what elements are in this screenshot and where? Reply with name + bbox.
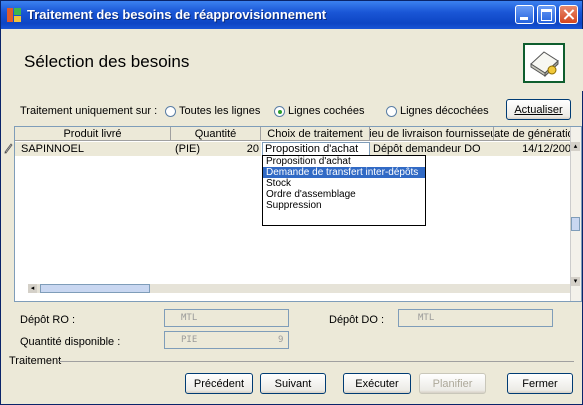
- depot-do-label: Dépôt DO :: [329, 314, 385, 326]
- refresh-button[interactable]: Actualiser: [506, 99, 571, 120]
- qty-available-field: PIE 9: [164, 331, 289, 349]
- dropdown-option[interactable]: Stock: [263, 178, 425, 189]
- column-header[interactable]: Quantité: [171, 127, 261, 141]
- scroll-up-icon[interactable]: ▴: [571, 142, 580, 151]
- horizontal-scrollbar[interactable]: ◂: [28, 284, 573, 293]
- app-icon: [7, 8, 21, 22]
- qty-value: 9: [278, 335, 284, 345]
- depot-do-field: MTL: [398, 309, 553, 327]
- column-header[interactable]: Date de génération: [494, 127, 573, 141]
- app-window: Traitement des besoins de réapprovisionn…: [0, 0, 583, 405]
- vertical-scrollbar[interactable]: ▴ ▾: [570, 127, 581, 301]
- minimize-button[interactable]: [515, 5, 534, 24]
- close-window-button[interactable]: [559, 5, 578, 24]
- radio-checked-lines-label[interactable]: Lignes cochées: [288, 105, 364, 117]
- scroll-left-icon[interactable]: ◂: [28, 284, 37, 293]
- column-header[interactable]: Lieu de livraison fournisseur: [370, 127, 494, 141]
- cell-lieu: Dépôt demandeur DO: [370, 142, 494, 156]
- traitement-group-label: Traitement: [9, 355, 62, 367]
- previous-button[interactable]: Précédent: [185, 373, 253, 394]
- page-header: Sélection des besoins: [2, 29, 583, 91]
- divider: [58, 361, 574, 362]
- depot-ro-field: MTL: [164, 309, 289, 327]
- treatment-dropdown-list[interactable]: Proposition d'achat Demande de transfert…: [262, 155, 426, 226]
- close-button[interactable]: Fermer: [507, 373, 573, 394]
- document-hand-icon: [523, 43, 565, 83]
- depot-ro-label: Dépôt RO :: [20, 314, 76, 326]
- dropdown-option[interactable]: Ordre d'assemblage: [263, 189, 425, 200]
- cell-date: 14/12/200: [494, 142, 573, 156]
- column-header[interactable]: Produit livré: [15, 127, 171, 141]
- scroll-down-icon[interactable]: ▾: [571, 277, 580, 286]
- window-title: Traitement des besoins de réapprovisionn…: [27, 7, 327, 22]
- dropdown-option[interactable]: Proposition d'achat: [263, 156, 425, 167]
- radio-unchecked-lines[interactable]: [386, 106, 397, 117]
- radio-all-lines[interactable]: [165, 106, 176, 117]
- radio-all-lines-label[interactable]: Toutes les lignes: [179, 105, 260, 117]
- title-bar[interactable]: Traitement des besoins de réapprovisionn…: [1, 1, 582, 29]
- treatment-combo[interactable]: Proposition d'achat: [262, 142, 370, 156]
- column-header[interactable]: Choix de traitement: [261, 127, 370, 141]
- cell-unit: (PIE): [171, 142, 226, 156]
- plan-button: Planifier: [419, 373, 486, 394]
- next-button[interactable]: Suivant: [260, 373, 326, 394]
- radio-unchecked-lines-label[interactable]: Lignes décochées: [400, 105, 489, 117]
- horizontal-scroll-thumb[interactable]: [40, 284, 150, 293]
- cell-quantite: 20: [226, 142, 261, 156]
- radio-checked-lines[interactable]: [274, 106, 285, 117]
- qty-unit: PIE: [181, 335, 198, 345]
- cell-produit: SAPINNOEL: [15, 142, 171, 156]
- filter-label: Traitement uniquement sur :: [20, 105, 158, 117]
- vertical-scroll-thumb[interactable]: [571, 217, 580, 231]
- page-title: Sélection des besoins: [24, 52, 190, 71]
- dropdown-option[interactable]: Suppression: [263, 200, 425, 211]
- execute-button[interactable]: Exécuter: [343, 373, 411, 394]
- maximize-button[interactable]: [537, 5, 556, 24]
- pencil-icon: [3, 141, 13, 154]
- dropdown-option-selected[interactable]: Demande de transfert inter-dépôts: [263, 167, 425, 178]
- qty-available-label: Quantité disponible :: [20, 336, 121, 348]
